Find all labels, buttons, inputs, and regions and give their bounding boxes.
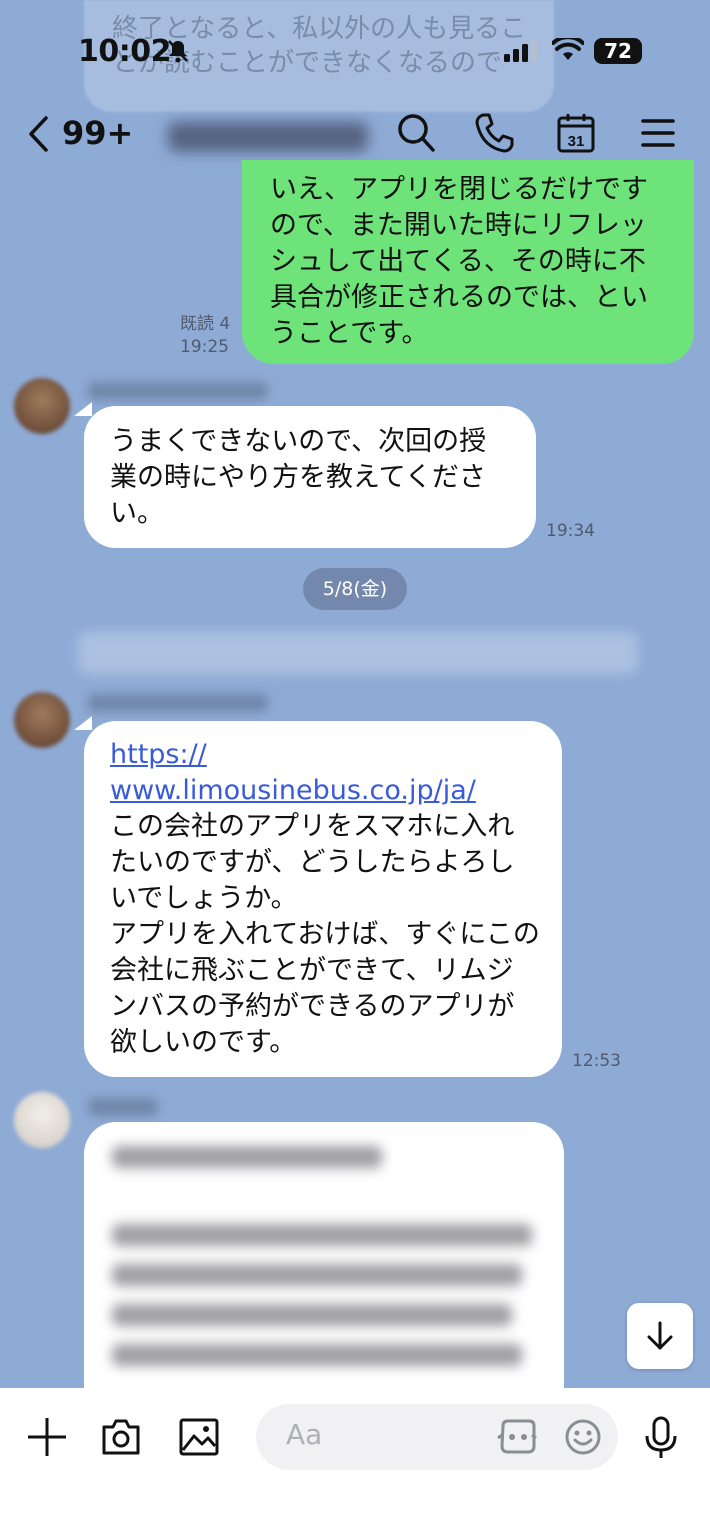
incoming-message-bubble[interactable]: うまくできないので、次回の授業の時にやり方を教えてください。 xyxy=(84,406,536,548)
scroll-to-bottom-button[interactable] xyxy=(627,1303,693,1369)
back-chevron-icon[interactable] xyxy=(26,114,52,154)
sender-avatar[interactable] xyxy=(14,1092,70,1148)
arrow-down-icon xyxy=(647,1321,673,1350)
sender-name-blurred xyxy=(88,694,268,712)
search-icon[interactable] xyxy=(396,112,436,154)
status-time: 10:02 xyxy=(78,34,172,69)
camera-icon[interactable] xyxy=(100,1416,142,1458)
system-notice-blurred xyxy=(78,632,638,674)
message-text: うまくできないので、次回の授業の時にやり方を教えてください。 xyxy=(110,426,487,529)
my-message-bubble[interactable]: いえ、アプリを閉じるだけですので、また開いた時にリフレッシュして出てくる、その時… xyxy=(242,160,694,364)
plus-icon[interactable] xyxy=(26,1416,68,1458)
url-link-continued[interactable]: www.limousinebus.co.jp/ja/ xyxy=(110,775,476,806)
bell-muted-icon xyxy=(168,40,188,63)
battery-indicator: 72 xyxy=(594,38,642,64)
emoji-icon[interactable] xyxy=(564,1418,602,1456)
message-input-field[interactable]: Aa xyxy=(256,1404,618,1470)
bubble-tail xyxy=(74,716,92,730)
message-text: この会社のアプリをスマホに入れたいのですが、どうしたらよろしいでしょうか。 アプ… xyxy=(110,811,540,1058)
sender-name-blurred xyxy=(88,382,268,400)
message-text: いえ、アプリを閉じるだけですので、また開いた時にリフレッシュして出てくる、その時… xyxy=(270,174,648,349)
cellular-signal-icon xyxy=(504,40,537,62)
unread-count[interactable]: 99+ xyxy=(62,114,133,152)
chat-title-blurred[interactable] xyxy=(168,122,368,152)
phone-icon[interactable] xyxy=(474,112,514,154)
calendar-icon[interactable]: 31 xyxy=(556,112,596,154)
date-separator: 5/8(金) xyxy=(303,568,407,610)
url-link[interactable]: https:// xyxy=(110,739,207,770)
incoming-message-bubble[interactable]: https:// www.limousinebus.co.jp/ja/ この会社… xyxy=(84,721,562,1077)
message-input-bar: Aa xyxy=(0,1388,710,1538)
input-placeholder: Aa xyxy=(286,1418,323,1451)
sender-avatar[interactable] xyxy=(14,692,70,748)
sender-avatar[interactable] xyxy=(14,378,70,434)
sender-name-blurred xyxy=(88,1098,158,1116)
menu-icon[interactable] xyxy=(640,112,676,154)
message-time: 12:53 xyxy=(572,1051,621,1071)
wifi-icon xyxy=(552,38,584,60)
sticker-icon[interactable] xyxy=(496,1418,538,1456)
read-receipt: 既読 4 xyxy=(180,314,231,334)
incoming-message-bubble-blurred[interactable] xyxy=(84,1122,564,1422)
message-time: 19:25 xyxy=(180,337,229,357)
status-bar: 10:02 72 xyxy=(0,0,710,100)
image-icon[interactable] xyxy=(178,1416,220,1458)
svg-text:31: 31 xyxy=(568,133,585,150)
microphone-icon[interactable] xyxy=(644,1416,678,1460)
message-time: 19:34 xyxy=(546,521,595,541)
